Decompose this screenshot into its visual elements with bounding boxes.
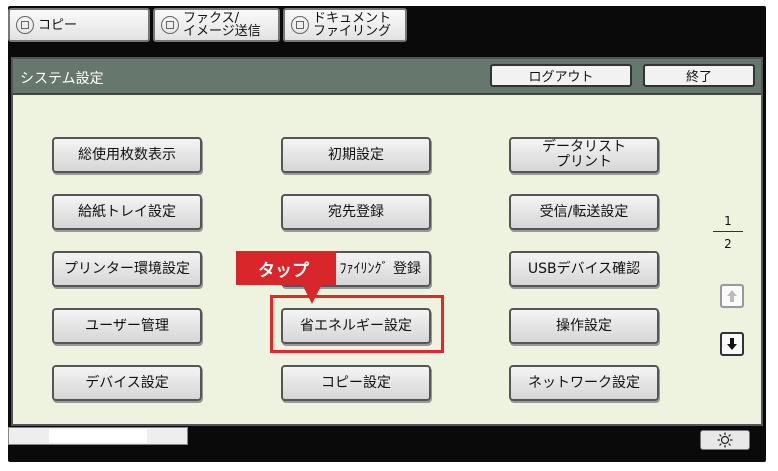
tab-document-label: ドキュメント ファイリング <box>313 11 392 39</box>
tap-callout: タップ <box>236 251 336 285</box>
document-icon <box>291 16 309 34</box>
exit-button[interactable]: 終了 <box>643 64 755 87</box>
page-total: 2 <box>724 237 732 251</box>
page-title: システム設定 <box>20 71 104 87</box>
copy-settings-button[interactable]: コピー設定 <box>281 365 431 401</box>
operation-settings-button[interactable]: 操作設定 <box>509 308 659 344</box>
printer-settings-button[interactable]: プリンター環境設定 <box>52 251 202 287</box>
default-settings-button[interactable]: 初期設定 <box>281 137 431 173</box>
arrow-down-icon <box>727 338 737 350</box>
network-settings-button[interactable]: ネットワーク設定 <box>509 365 659 401</box>
arrow-up-icon <box>727 290 737 302</box>
sun-icon <box>717 432 733 448</box>
address-registration-button[interactable]: 宛先登録 <box>281 194 431 230</box>
total-count-button[interactable]: 総使用枚数表示 <box>52 137 202 173</box>
brightness-button[interactable] <box>700 430 750 450</box>
tab-fax-label: ファクス/ イメージ送信 <box>183 11 261 39</box>
header-bar: システム設定 ログアウト 終了 <box>13 59 761 95</box>
tab-copy[interactable]: コピー <box>8 8 150 42</box>
status-bar <box>8 427 188 445</box>
paper-tray-settings-button[interactable]: 給紙トレイ設定 <box>52 194 202 230</box>
fax-icon <box>161 16 179 34</box>
page-down-button[interactable] <box>720 332 744 356</box>
page-current: 1 <box>724 214 732 228</box>
inbound-routing-settings-button[interactable]: 受信/転送設定 <box>509 194 659 230</box>
callout-pointer <box>302 284 322 304</box>
copy-icon <box>16 16 34 34</box>
status-field <box>49 429 147 443</box>
usb-device-check-button[interactable]: USBデバイス確認 <box>509 251 659 287</box>
tab-document-filing[interactable]: ドキュメント ファイリング <box>283 8 407 42</box>
tab-copy-label: コピー <box>38 17 78 33</box>
logout-button[interactable]: ログアウト <box>490 64 632 87</box>
data-list-print-button[interactable]: データリスト プリント <box>509 137 659 173</box>
highlight-box <box>270 295 444 353</box>
page-divider <box>713 231 743 232</box>
page-up-button[interactable] <box>720 284 744 308</box>
tab-fax-image-send[interactable]: ファクス/ イメージ送信 <box>153 8 280 42</box>
user-control-button[interactable]: ユーザー管理 <box>52 308 202 344</box>
device-settings-button[interactable]: デバイス設定 <box>52 365 202 401</box>
